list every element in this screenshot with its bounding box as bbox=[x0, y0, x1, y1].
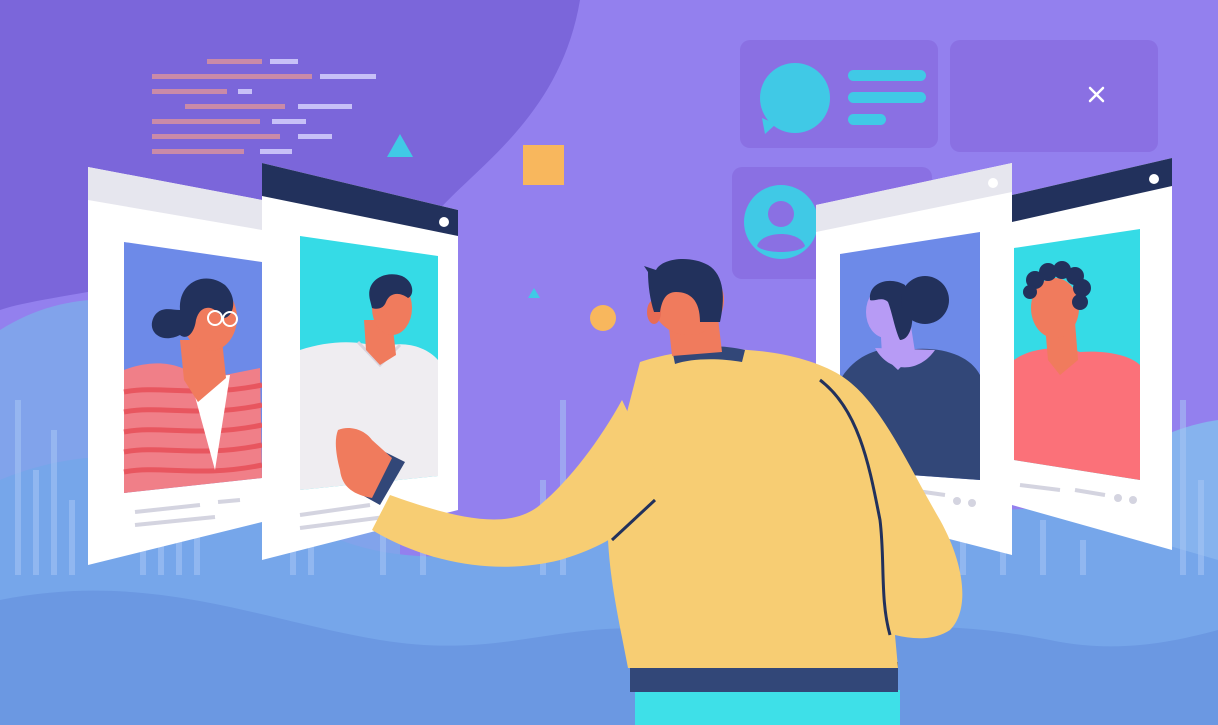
profile-card-man-white-sweater[interactable] bbox=[262, 163, 458, 560]
hr-recruitment-illustration bbox=[0, 0, 1218, 725]
man-pants bbox=[635, 690, 900, 725]
chat-panel bbox=[740, 40, 938, 148]
close-panel bbox=[950, 40, 1158, 152]
profile-card-woman-glasses[interactable] bbox=[88, 167, 263, 565]
profile-card-man-curly-hair[interactable] bbox=[1012, 158, 1172, 550]
square-shape bbox=[523, 145, 564, 185]
user-avatar-icon bbox=[744, 185, 818, 259]
circle-shape bbox=[590, 305, 616, 331]
